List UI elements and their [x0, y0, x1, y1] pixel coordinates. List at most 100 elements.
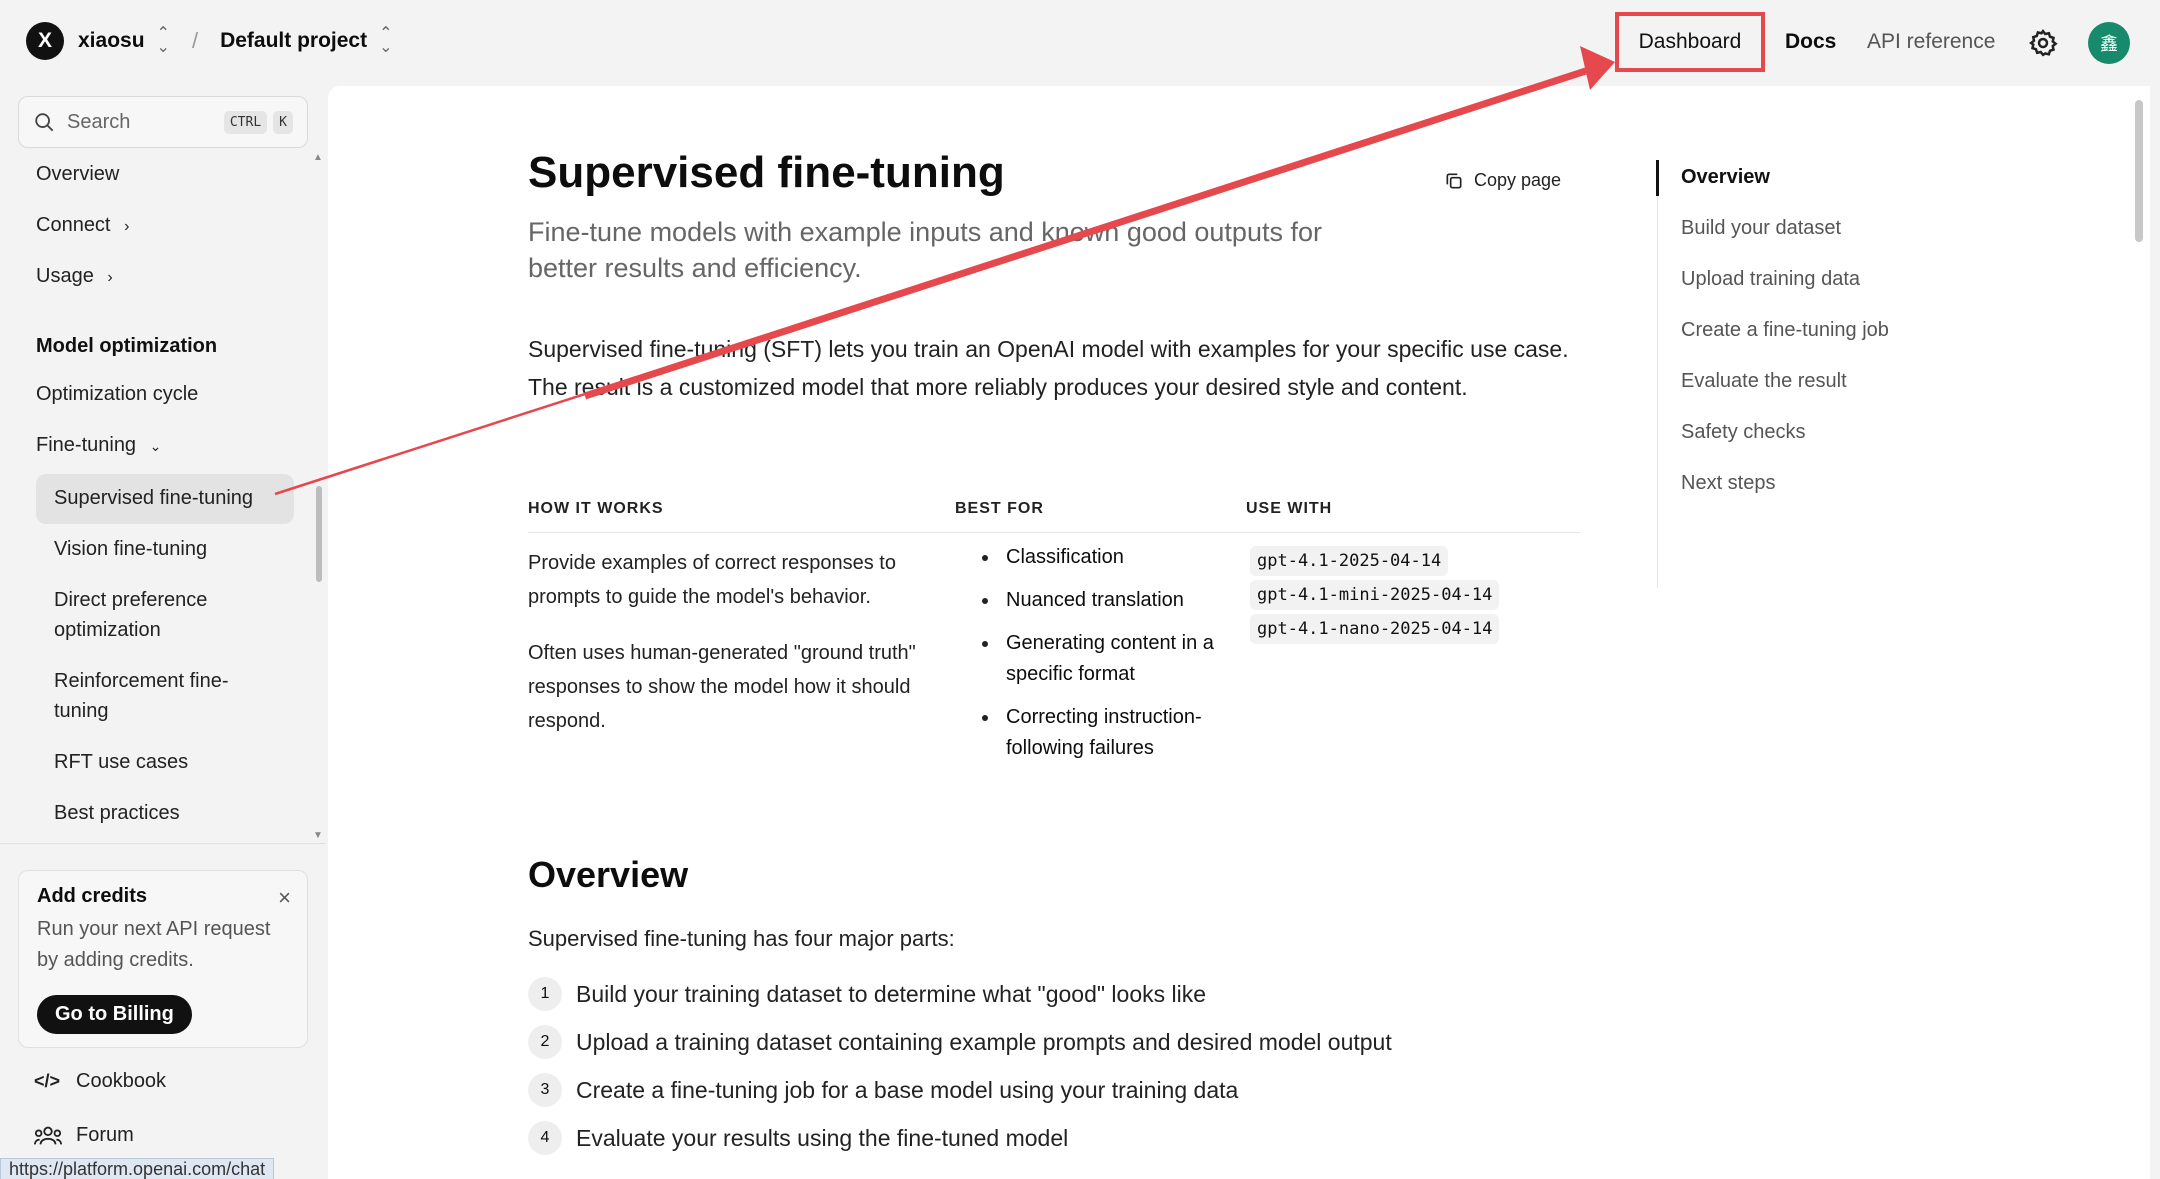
sidebar-item-reinforcement-fine-tuning[interactable]: Reinforcement fine-tuning: [54, 666, 274, 726]
list-item: Correcting instruction-following failure…: [976, 702, 1236, 764]
add-credits-card: Add credits × Run your next API request …: [18, 870, 308, 1048]
step-number: 1: [528, 977, 562, 1011]
org-switcher[interactable]: X xiaosu ⌃ ⌄ / Default project ⌃ ⌄: [26, 22, 393, 60]
toc-item-create-job[interactable]: Create a fine-tuning job: [1681, 319, 1889, 342]
sidebar-item-label: Fine-tuning: [36, 434, 137, 456]
how-it-works-text-1: Provide examples of correct responses to…: [528, 552, 896, 608]
main-content: Supervised fine-tuning Copy page Fine-tu…: [328, 86, 2150, 1179]
nav-docs[interactable]: Docs: [1785, 30, 1836, 54]
go-to-billing-button[interactable]: Go to Billing: [37, 995, 192, 1034]
sidebar-item-rft-use-cases[interactable]: RFT use cases: [54, 747, 188, 777]
sidebar-link-label: Forum: [76, 1124, 134, 1146]
search-placeholder: Search: [67, 110, 131, 133]
step-text: Build your training dataset to determine…: [576, 980, 1207, 1007]
toc-item-build-dataset[interactable]: Build your dataset: [1681, 217, 1841, 240]
project-name[interactable]: Default project: [220, 29, 367, 53]
sidebar-item-optimization-cycle[interactable]: Optimization cycle: [36, 383, 198, 406]
toc-active-indicator: [1656, 160, 1659, 196]
avatar[interactable]: 鑫: [2088, 22, 2130, 64]
people-icon: [34, 1126, 62, 1145]
list-item: Nuanced translation: [976, 585, 1236, 616]
top-bar: X xiaosu ⌃ ⌄ / Default project ⌃ ⌄ Dashboa…: [0, 0, 2160, 86]
scroll-up-arrow[interactable]: ▲: [313, 152, 323, 163]
kbd-k: K: [273, 110, 293, 134]
org-badge: X: [26, 22, 64, 60]
overview-heading: Overview: [528, 854, 689, 895]
sidebar-item-direct-preference-optimization[interactable]: Direct preference optimization: [54, 585, 284, 645]
sidebar-item-label: Connect: [36, 214, 111, 236]
page-subtitle: Fine-tune models with example inputs and…: [528, 217, 1322, 283]
gear-icon[interactable]: [2028, 28, 2058, 58]
chevron-updown-icon[interactable]: ⌃ ⌄: [157, 26, 170, 56]
scroll-down-arrow[interactable]: ▼: [313, 830, 323, 841]
chevron-right-icon: ›: [107, 269, 113, 286]
how-it-works-text-2: Often uses human-generated "ground truth…: [528, 642, 916, 732]
toc-item-next-steps[interactable]: Next steps: [1681, 472, 1775, 495]
org-name[interactable]: xiaosu: [78, 29, 145, 53]
list-item: 2 Upload a training dataset containing ex…: [528, 1018, 1392, 1066]
overview-text: Supervised fine-tuning has four major pa…: [528, 926, 955, 951]
kbd-ctrl: CTRL: [223, 110, 268, 134]
close-icon[interactable]: ×: [278, 885, 291, 911]
sidebar-scrollbar[interactable]: [316, 486, 322, 582]
chevron-right-icon: ›: [124, 218, 130, 235]
use-with-models: gpt-4.1-2025-04-14 gpt-4.1-mini-2025-04-…: [1250, 546, 1500, 648]
table-divider: [528, 532, 1580, 533]
sidebar-item-label: Usage: [36, 265, 94, 287]
search-icon: [35, 113, 54, 132]
copy-icon: [1446, 173, 1462, 188]
sidebar-link-forum[interactable]: Forum: [34, 1124, 134, 1147]
toc-item-overview[interactable]: Overview: [1681, 166, 1770, 189]
toc-item-safety-checks[interactable]: Safety checks: [1681, 421, 1806, 444]
list-item: Generating content in a specific format: [976, 628, 1236, 690]
sidebar-item-usage[interactable]: Usage ›: [36, 265, 113, 288]
list-item: Classification: [976, 542, 1236, 573]
best-for-list: Classification Nuanced translation Gener…: [976, 542, 1236, 776]
search-input[interactable]: Search CTRL K: [18, 96, 308, 148]
sidebar-item-fine-tuning[interactable]: Fine-tuning ⌄: [36, 434, 161, 457]
list-item: 4 Evaluate your results using the fine-tu…: [528, 1114, 1392, 1162]
sidebar-item-connect[interactable]: Connect ›: [36, 214, 129, 237]
sidebar-item-supervised-fine-tuning[interactable]: Supervised fine-tuning: [54, 483, 253, 513]
chevron-down-icon: ⌄: [149, 438, 162, 454]
model-code: gpt-4.1-2025-04-14: [1250, 546, 1449, 576]
credits-text: Run your next API request by adding cred…: [37, 918, 271, 971]
sidebar: Search CTRL K ▲ ▼ Overview Connect › Usa…: [0, 86, 326, 1179]
sidebar-item-best-practices[interactable]: Best practices: [54, 798, 180, 828]
nav-dashboard[interactable]: Dashboard: [1615, 12, 1765, 72]
toc-item-upload-training-data[interactable]: Upload training data: [1681, 268, 1860, 291]
model-code: gpt-4.1-nano-2025-04-14: [1250, 614, 1500, 644]
divider: [0, 843, 326, 844]
sidebar-item-overview[interactable]: Overview: [36, 163, 119, 186]
sidebar-item-vision-fine-tuning[interactable]: Vision fine-tuning: [54, 534, 207, 564]
toc-item-evaluate[interactable]: Evaluate the result: [1681, 370, 1847, 393]
steps-list: 1 Build your training dataset to determin…: [528, 970, 1392, 1162]
breadcrumb-separator: /: [191, 28, 199, 53]
table-header-use-with: USE WITH: [1246, 500, 1333, 517]
model-code: gpt-4.1-mini-2025-04-14: [1250, 580, 1500, 610]
sidebar-link-label: Cookbook: [76, 1070, 167, 1092]
step-text: Evaluate your results using the fine-tun…: [576, 1124, 1069, 1151]
copy-page-button[interactable]: Copy page: [1444, 170, 1561, 191]
table-header-best-for: BEST FOR: [955, 500, 1044, 517]
chevron-updown-icon[interactable]: ⌃ ⌄: [379, 26, 392, 56]
step-text: Upload a training dataset containing exa…: [576, 1028, 1392, 1055]
page-title: Supervised fine-tuning: [528, 148, 1005, 197]
status-bar-url: https://platform.openai.com/chat: [0, 1158, 275, 1179]
toc-rule: [1657, 196, 1658, 588]
sidebar-section-heading: Model optimization: [36, 335, 218, 357]
step-number: 4: [528, 1121, 562, 1155]
step-text: Create a fine-tuning job for a base mode…: [576, 1076, 1239, 1103]
main-scrollbar[interactable]: [2135, 100, 2143, 242]
table-header-how-it-works: HOW IT WORKS: [528, 500, 664, 517]
step-number: 3: [528, 1073, 562, 1107]
code-icon: </>: [34, 1071, 61, 1091]
sidebar-link-cookbook[interactable]: </> Cookbook: [34, 1070, 166, 1093]
step-number: 2: [528, 1025, 562, 1059]
copy-page-label: Copy page: [1474, 170, 1562, 190]
list-item: 3 Create a fine-tuning job for a base mod…: [528, 1066, 1392, 1114]
nav-api-reference[interactable]: API reference: [1867, 30, 1995, 54]
credits-title: Add credits: [37, 885, 148, 907]
intro-paragraph: Supervised fine-tuning (SFT) lets you tr…: [528, 336, 1569, 400]
list-item: 1 Build your training dataset to determin…: [528, 970, 1392, 1018]
